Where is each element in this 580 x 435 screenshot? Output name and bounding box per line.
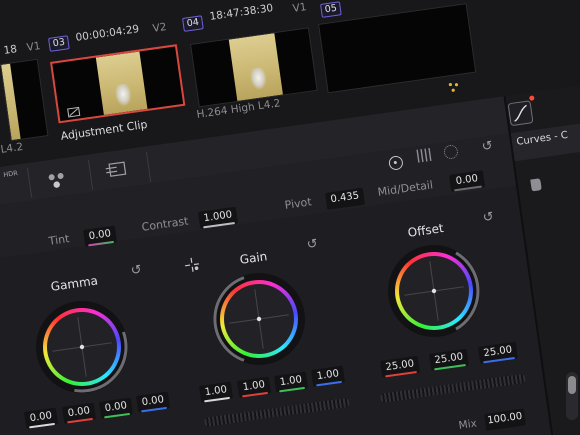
gain-green-value: 1.00 <box>279 374 303 389</box>
clip-frame-subject <box>249 66 268 91</box>
gamma-reset-icon[interactable]: ↺ <box>130 262 143 278</box>
wheel-ring-dial[interactable] <box>455 251 480 331</box>
gain-red-value: 1.00 <box>242 379 266 394</box>
clip-timecode: 18 <box>2 43 18 57</box>
curves-icon[interactable] <box>507 100 534 127</box>
wheel-center-handle[interactable] <box>79 344 85 350</box>
gamma-green-value: 0.00 <box>104 400 128 415</box>
clip-number-badge: 04 <box>182 15 204 32</box>
wheel-ring-dial[interactable] <box>74 331 128 393</box>
mid-detail-value: 0.00 <box>455 173 479 188</box>
gamma-color-wheel[interactable] <box>36 301 128 393</box>
clip-frame <box>95 51 148 116</box>
pivot-label: Pivot <box>283 195 313 212</box>
wheel-overlay <box>213 276 289 362</box>
gain-color-wheel[interactable] <box>213 273 305 365</box>
primaries-wheels-icon-dot <box>393 160 398 165</box>
motion-effects-icon[interactable] <box>104 161 128 179</box>
curves-scrollbar-thumb[interactable] <box>568 376 576 394</box>
tint-label: Tint <box>47 232 71 248</box>
gamma-master-value: 0.00 <box>29 410 53 425</box>
clip-track: V1 <box>291 1 308 15</box>
color-page: 18 V1 03 00:00:04:29 V2 04 18:47:38:30 V… <box>0 0 580 435</box>
reset-icon[interactable]: ↺ <box>481 138 494 154</box>
gamma-red-value: 0.00 <box>67 405 91 420</box>
gain-wheel-label: Gain <box>238 249 269 267</box>
adjustment-clip-icon <box>67 106 81 118</box>
clip-frame-subject <box>113 83 133 108</box>
wheel-overlay <box>404 251 480 331</box>
hdr-button-label[interactable]: HDR <box>3 169 18 179</box>
wheel-overlay <box>52 317 128 393</box>
clip-frame <box>228 33 283 101</box>
clip-number-badge: 05 <box>320 1 342 18</box>
mix-value: 100.00 <box>486 410 523 427</box>
clip-track: V1 <box>25 40 42 54</box>
tint-value: 0.00 <box>88 228 112 243</box>
offset-reset-icon[interactable]: ↺ <box>482 209 495 225</box>
gain-reset-icon[interactable]: ↺ <box>306 236 319 252</box>
gamma-blue-value: 0.00 <box>141 394 165 409</box>
curves-scrollbar[interactable] <box>566 372 578 420</box>
sparkle-icon <box>448 82 459 92</box>
crosshair-icon[interactable] <box>183 256 201 274</box>
mix-label: Mix <box>457 417 478 432</box>
gain-master-value: 1.00 <box>204 384 228 399</box>
clip-number-badge: 03 <box>48 35 70 52</box>
offset-color-wheel[interactable] <box>388 245 480 337</box>
wheel-center-handle[interactable] <box>256 316 262 322</box>
clip-track: V2 <box>151 21 168 35</box>
primaries-bars-icon[interactable] <box>415 147 433 164</box>
picker-icon[interactable] <box>527 176 543 194</box>
wheel-ring-dial[interactable] <box>213 276 245 362</box>
pivot-value: 0.435 <box>329 190 360 206</box>
wheel-center-handle[interactable] <box>431 288 437 294</box>
gain-blue-value: 1.00 <box>316 368 340 383</box>
node-icon[interactable] <box>46 170 68 191</box>
